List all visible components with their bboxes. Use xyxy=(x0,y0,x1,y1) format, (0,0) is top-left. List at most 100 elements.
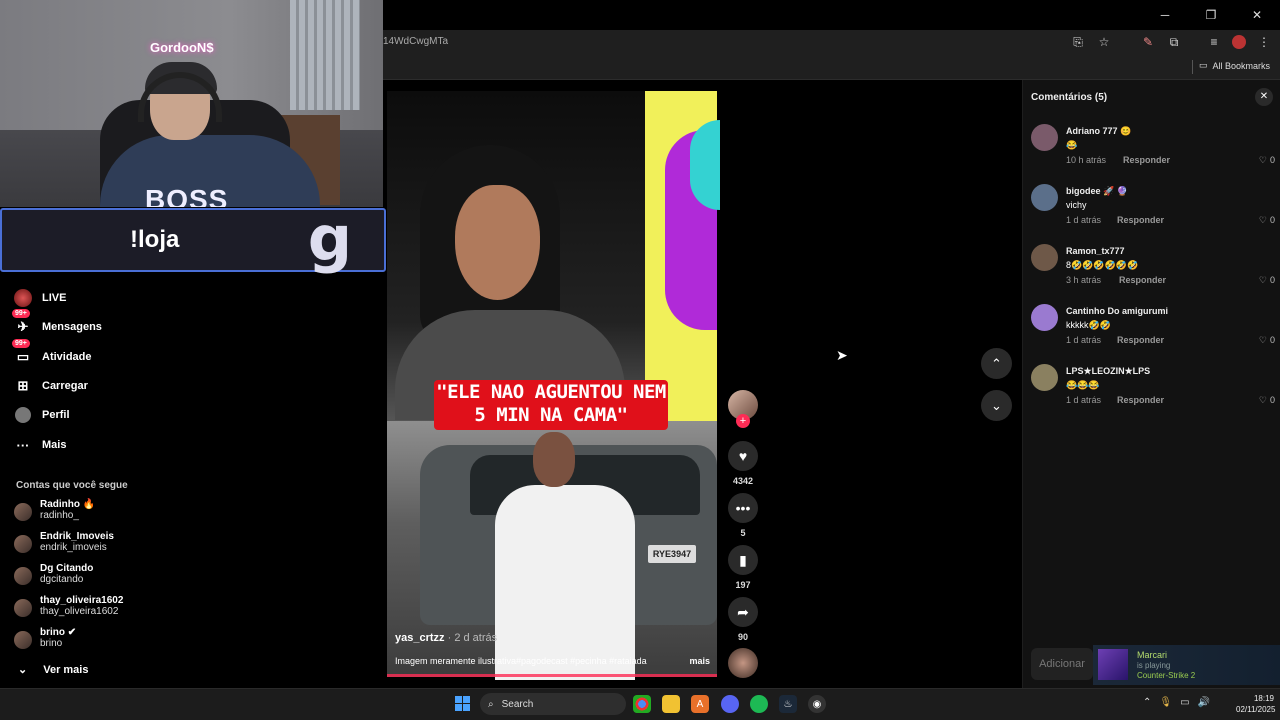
streamer-name: GordooN$ xyxy=(150,40,214,55)
pen-icon[interactable]: ✎ xyxy=(1140,33,1156,51)
reply-button[interactable]: Responder xyxy=(1117,215,1164,225)
close-comments-button[interactable]: ✕ xyxy=(1255,88,1273,106)
bookmark-star-icon[interactable]: ☆ xyxy=(1096,33,1112,51)
steam-friend-name: Marcari xyxy=(1137,650,1168,660)
nav-item-more[interactable]: ··· Mais xyxy=(14,436,67,454)
comment-button[interactable]: ••• xyxy=(728,493,758,523)
taskbar-clock[interactable]: 18:19 02/11/2025 xyxy=(1236,693,1275,715)
share-button[interactable]: ➦ xyxy=(728,597,758,627)
taskbar-search[interactable]: ⌕ Search xyxy=(480,693,626,715)
menu-kebab-icon[interactable]: ⋮ xyxy=(1256,33,1272,51)
url-text[interactable]: 14WdCwgMTa xyxy=(383,36,448,47)
share-arrow-icon: ➦ xyxy=(737,603,749,620)
nav-item-activity[interactable]: ▭ 99+ Atividade xyxy=(12,339,92,366)
video-caption: "ELE NAO AGUENTOU NEM 5 MIN NA CAMA" xyxy=(436,381,666,426)
avatar[interactable] xyxy=(1031,184,1058,211)
comment-text: 8🤣🤣🤣🤣🤣🤣 xyxy=(1066,260,1139,270)
avatar[interactable] xyxy=(1031,244,1058,271)
follow-plus-icon[interactable]: + xyxy=(736,414,750,428)
like-button[interactable]: ♥ xyxy=(728,441,758,471)
nav-item-profile[interactable]: Perfil xyxy=(14,406,70,424)
taskbar-search-label: Search xyxy=(501,698,534,710)
comment-author[interactable]: bigodee 🚀 🔮 xyxy=(1066,186,1128,197)
extensions-icon[interactable]: ⧉ xyxy=(1166,33,1182,51)
chrome-icon[interactable] xyxy=(633,695,651,713)
avatar[interactable] xyxy=(1031,304,1058,331)
following-account[interactable]: Radinho 🔥 radinho_ xyxy=(14,499,95,521)
author-handle[interactable]: yas_crtzz xyxy=(395,632,445,644)
comment-author[interactable]: Ramon_tx777 xyxy=(1066,246,1125,256)
comment-author[interactable]: Cantinho Do amigurumi xyxy=(1066,306,1168,316)
app-launcher-icon[interactable]: A xyxy=(691,695,709,713)
tray-chevron-up-icon[interactable]: ⌃ xyxy=(1143,697,1151,708)
comment-like-button[interactable]: ♡ 0 xyxy=(1259,395,1275,406)
all-bookmarks-button[interactable]: ▭ All Bookmarks xyxy=(1199,60,1270,71)
comment-text: 😂 xyxy=(1066,140,1078,150)
upload-icon: ⊞ xyxy=(17,378,29,393)
account-handle: endrik_imoveis xyxy=(40,542,107,553)
nav-item-label: Carregar xyxy=(42,380,88,392)
post-time: · 2 d atrás xyxy=(447,632,498,644)
steam-icon[interactable]: ♨ xyxy=(779,695,797,713)
reply-button[interactable]: Responder xyxy=(1117,335,1164,345)
license-plate: RYE3947 xyxy=(648,545,696,563)
spotify-icon[interactable] xyxy=(750,695,768,713)
more-link[interactable]: mais xyxy=(689,656,710,666)
volume-icon[interactable]: 🔊 xyxy=(1198,697,1210,708)
comment-like-button[interactable]: ♡ 0 xyxy=(1259,215,1275,226)
video-description: Imagem meramente ilustrativa#pagodecast … xyxy=(395,656,710,666)
close-window-button[interactable]: ✕ xyxy=(1234,0,1280,30)
file-explorer-icon[interactable] xyxy=(662,695,680,713)
avatar xyxy=(14,631,32,649)
comment-text: kkkkk🤣🤣 xyxy=(1066,320,1111,330)
heart-outline-icon: ♡ xyxy=(1258,155,1267,165)
nav-item-upload[interactable]: ⊞ Carregar xyxy=(14,377,88,395)
comment-like-count: 0 xyxy=(1269,155,1275,165)
microphone-icon[interactable]: 🎙 xyxy=(1159,697,1172,708)
chevron-up-icon: ⌃ xyxy=(991,355,1002,371)
heart-icon: ♥ xyxy=(738,448,748,464)
windows-start-icon[interactable] xyxy=(455,696,470,711)
avatar[interactable] xyxy=(1031,124,1058,151)
network-icon[interactable]: ▭ xyxy=(1180,697,1189,708)
maximize-button[interactable]: ❐ xyxy=(1188,0,1234,30)
account-handle: dgcitando xyxy=(40,574,84,585)
account-name: brino ✔ xyxy=(40,627,77,638)
next-video-button[interactable]: ⌄ xyxy=(981,390,1012,421)
minimize-button[interactable]: ─ xyxy=(1142,0,1188,30)
comment-author[interactable]: LPS★LEOZIN★LPS xyxy=(1066,366,1150,377)
comment-like-button[interactable]: ♡ 0 xyxy=(1259,335,1275,346)
store-logo-icon: g xyxy=(307,202,353,275)
following-account[interactable]: Endrik_Imoveis endrik_imoveis xyxy=(14,531,114,553)
reply-button[interactable]: Responder xyxy=(1117,395,1164,405)
avatar[interactable] xyxy=(1031,364,1058,391)
save-button[interactable]: ▮ xyxy=(728,545,758,575)
reply-button[interactable]: Responder xyxy=(1119,275,1166,285)
add-comment-input[interactable]: Adicionar xyxy=(1031,648,1093,680)
profile-avatar-icon[interactable] xyxy=(1232,35,1246,49)
media-control-icon[interactable]: ≡ xyxy=(1206,33,1222,51)
following-account[interactable]: Dg Citando dgcitando xyxy=(14,563,93,585)
nav-item-live[interactable]: LIVE xyxy=(14,289,66,307)
bookmarks-bar xyxy=(383,56,1280,80)
following-account[interactable]: thay_oliveira1602 thay_oliveira1602 xyxy=(14,595,123,617)
comment-like-button[interactable]: ♡ 0 xyxy=(1259,155,1275,166)
obs-icon[interactable]: ◉ xyxy=(808,695,826,713)
comment-like-button[interactable]: ♡ 0 xyxy=(1259,275,1275,286)
account-name: Radinho 🔥 xyxy=(40,499,96,510)
reply-button[interactable]: Responder xyxy=(1123,155,1170,165)
heart-outline-icon: ♡ xyxy=(1258,335,1267,345)
install-icon[interactable]: ⎘ xyxy=(1070,33,1086,51)
video-person-head xyxy=(533,432,575,487)
music-disc-icon[interactable] xyxy=(728,648,758,678)
see-more-button[interactable]: ⌄ Ver mais xyxy=(14,663,88,677)
following-account[interactable]: brino ✔ brino xyxy=(14,627,76,649)
video-progress-bar[interactable] xyxy=(387,674,717,677)
previous-video-button[interactable]: ⌃ xyxy=(981,348,1012,379)
share-count: 90 xyxy=(737,632,748,642)
nav-item-messages[interactable]: ✈ 99+ Mensagens xyxy=(12,309,102,336)
video-author[interactable]: yas_crtzz · 2 d atrás xyxy=(395,632,497,644)
comment-author[interactable]: Adriano 777 😊 xyxy=(1066,126,1131,137)
steam-friend-avatar xyxy=(1098,649,1128,680)
discord-icon[interactable] xyxy=(721,695,739,713)
